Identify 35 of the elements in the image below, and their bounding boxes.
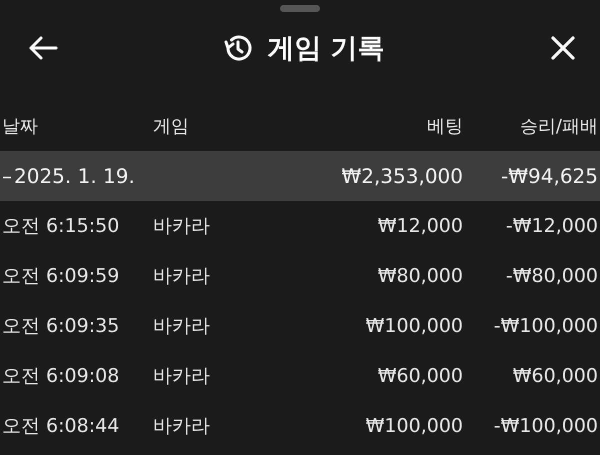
collapse-toggle[interactable]: – [2,164,12,188]
game-cell-text: 바카라 [153,414,211,439]
bet-total: ₩2,353,000 [340,164,463,188]
bet-cell-text: ₩100,000 [364,415,463,437]
bet-cell-text: ₩60,000 [376,365,463,387]
back-icon [28,35,58,61]
bet-cell-text: ₩80,000 [376,265,463,287]
time-cell-text: 오전 6:15:50 [2,214,120,239]
close-button[interactable] [550,35,576,61]
drag-handle[interactable] [280,5,320,12]
close-icon [550,35,576,61]
game-cell-text: 바카라 [153,364,211,389]
date-cell: 2025. 1. 19. [14,164,135,188]
game-header: 게임 [153,115,190,138]
window-title: 게임 기록 [267,32,385,66]
result-cell-text: ₩60,000 [512,365,598,387]
time-cell-text: 오전 6:09:08 [2,364,120,389]
result-header: 승리/패배 [518,115,598,138]
history-icon [223,33,254,63]
result-cell-text: -₩12,000 [504,215,598,237]
time-cell-text: 오전 6:09:35 [2,314,120,339]
result-cell-text: -₩100,000 [492,415,598,437]
result-total: -₩94,625 [500,164,598,188]
game-cell-text: 바카라 [153,264,211,289]
game-cell-text: 바카라 [153,314,211,339]
bet-cell-text: ₩12,000 [376,215,463,237]
game-cell-text: 바카라 [153,214,211,239]
time-cell-text: 오전 6:09:59 [2,264,120,289]
date-header: 날짜 [2,115,39,138]
result-cell-text: -₩100,000 [492,315,598,337]
back-button[interactable] [28,35,58,61]
time-cell-text: 오전 6:08:44 [2,414,120,439]
bet-cell-text: ₩100,000 [364,315,463,337]
bet-header: 베팅 [426,115,463,138]
result-cell-text: -₩80,000 [504,265,598,287]
